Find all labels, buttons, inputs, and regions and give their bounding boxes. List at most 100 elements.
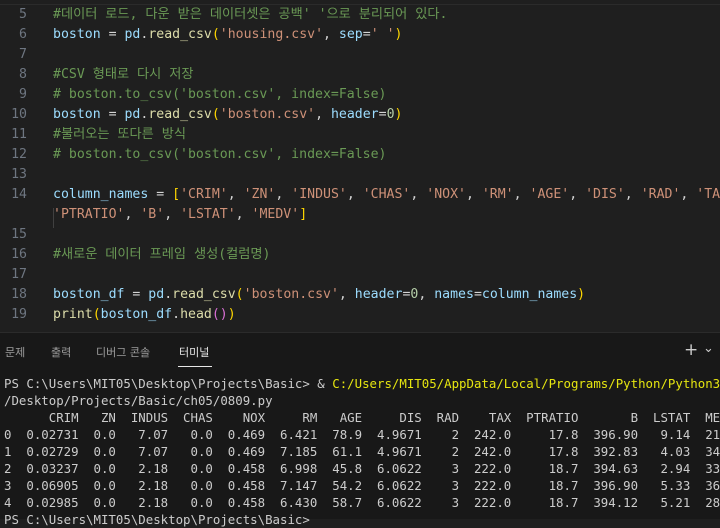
code-token: (	[211, 27, 220, 42]
code-token: 0	[386, 107, 395, 122]
code-token: column_names	[53, 187, 149, 202]
code-token: ,	[513, 187, 530, 202]
terminal-next-prompt: PS C:\Users\MIT05\Desktop\Projects\Basic…	[4, 512, 318, 527]
code-token: (	[92, 307, 101, 322]
code-token: 'DIS'	[585, 187, 625, 202]
code-token: header	[330, 107, 379, 122]
code-text: print(boston_df.head())	[53, 305, 236, 325]
code-token: ,	[323, 27, 339, 42]
code-token: boston_df	[53, 287, 125, 302]
code-text: boston_df = pd.read_csv('boston.csv', he…	[53, 285, 585, 305]
code-token: boston	[53, 107, 101, 122]
code-token: ,	[275, 187, 292, 202]
line-number: 14	[11, 187, 27, 202]
code-token: pd	[148, 287, 165, 302]
code-token: ()	[211, 307, 228, 322]
code-line: 15	[0, 225, 720, 245]
line-number: 6	[19, 27, 27, 42]
code-token: (	[211, 107, 220, 122]
panel-tab-bar: 문제 출력 디버그 콘솔 터미널 + ⌄	[0, 333, 720, 368]
code-token: [	[172, 187, 181, 202]
line-number: 12	[11, 147, 27, 162]
code-token: 'CHAS'	[362, 187, 411, 202]
code-token: (	[235, 287, 244, 302]
chevron-down-icon[interactable]: ⌄	[703, 339, 714, 359]
line-number: 11	[11, 127, 27, 142]
code-token: 'boston.csv'	[243, 287, 339, 302]
terminal-output[interactable]: PS C:\Users\MIT05\Desktop\Projects\Basic…	[4, 375, 720, 528]
line-number: 10	[11, 107, 27, 122]
code-token: # boston.to_csv('boston.csv', index=Fals…	[53, 147, 387, 162]
dataframe-row: 1 0.02729 0.0 7.07 0.0 0.469 7.185 61.1 …	[4, 444, 720, 459]
code-token: 'MEDV'	[251, 207, 300, 222]
code-token: .	[164, 287, 173, 302]
code-line: 5 #데이터 로드, 다운 받은 데이터셋은 공백' '으로 분리되어 있다.	[0, 5, 720, 25]
code-token: pd	[124, 107, 141, 122]
code-token: )	[394, 27, 403, 42]
code-line: 19 print(boston_df.head())	[0, 305, 720, 325]
code-token: head	[180, 307, 212, 322]
code-text: #데이터 로드, 다운 받은 데이터셋은 공백' '으로 분리되어 있다.	[53, 5, 447, 25]
code-text: boston = pd.read_csv('boston.csv', heade…	[53, 105, 402, 125]
code-text: column_names = ['CRIM', 'ZN', 'INDUS', '…	[53, 185, 720, 205]
code-token: 'ZN'	[243, 187, 276, 202]
code-token: ,	[124, 207, 141, 222]
code-line: 16 #새로운 데이터 프레임 생성(컬럼명)	[0, 245, 720, 265]
code-token: read_csv	[148, 107, 212, 122]
code-token: print	[53, 307, 93, 322]
code-token: #새로운 데이터 프레임 생성(컬럼명)	[53, 247, 271, 262]
code-token: 'CRIM'	[180, 187, 228, 202]
code-token: 'INDUS'	[291, 187, 347, 202]
code-token: ,	[227, 187, 244, 202]
active-tab-indicator	[178, 366, 212, 367]
terminal-command: C:/Users/MIT05/AppData/Local/Programs/Py…	[332, 376, 720, 391]
code-token: sep	[338, 27, 363, 42]
code-token: 'housing.csv'	[219, 27, 324, 42]
bottom-panel: 문제 출력 디버그 콘솔 터미널 + ⌄ PS C:\Users\MIT05\D…	[0, 332, 720, 527]
code-token: #불러오는 또다른 방식	[53, 127, 187, 142]
dataframe-output: CRIM ZN INDUS CHAS NOX RM AGE DIS RAD TA…	[4, 409, 720, 511]
tab-problems[interactable]: 문제	[5, 344, 25, 360]
dataframe-row: 3 0.06905 0.0 2.18 0.0 0.458 7.147 54.2 …	[4, 478, 720, 493]
line-number: 5	[19, 7, 27, 22]
code-text: # boston.to_csv('boston.csv', index=Fals…	[53, 145, 386, 165]
code-token: )	[394, 107, 403, 122]
code-editor[interactable]: 5 #데이터 로드, 다운 받은 데이터셋은 공백' '으로 분리되어 있다. 6 b…	[0, 0, 720, 332]
terminal-command-line: PS C:\Users\MIT05\Desktop\Projects\Basic…	[4, 375, 720, 392]
code-token: =	[100, 27, 125, 42]
dataframe-row: 4 0.02985 0.0 2.18 0.0 0.458 6.430 58.7 …	[4, 495, 720, 510]
code-token: .	[172, 307, 181, 322]
code-text: #새로운 데이터 프레임 생성(컬럼명)	[53, 245, 271, 265]
line-number: 16	[11, 247, 27, 262]
code-line: 11 #불러오는 또다른 방식	[0, 125, 720, 145]
code-line: 'PTRATIO', 'B', 'LSTAT', 'MEDV']	[0, 205, 720, 225]
code-token: =	[124, 287, 149, 302]
code-token: 'PTRATIO'	[53, 207, 125, 222]
code-token: column_names	[481, 287, 578, 302]
code-token: =	[100, 107, 125, 122]
code-token: 'B'	[140, 207, 165, 222]
tab-debug-console[interactable]: 디버그 콘솔	[96, 344, 150, 360]
code-token: =	[473, 287, 482, 302]
code-token: boston	[53, 27, 101, 42]
tab-terminal[interactable]: 터미널	[179, 344, 209, 360]
code-line: 8 #CSV 형태로 다시 저장	[0, 65, 720, 85]
code-token: ,	[315, 107, 331, 122]
line-number: 17	[11, 267, 27, 282]
code-token: 'TAX'	[696, 187, 720, 202]
line-number: 18	[11, 287, 27, 302]
code-token: )	[227, 307, 236, 322]
code-token: ,	[680, 187, 697, 202]
code-token: ,	[338, 287, 355, 302]
code-line: 10 boston = pd.read_csv('boston.csv', hea…	[0, 105, 720, 125]
new-terminal-icon[interactable]: +	[684, 340, 698, 360]
code-token: =	[362, 27, 371, 42]
terminal-command-continuation: /Desktop/Projects/Basic/ch05/0809.py	[4, 393, 273, 408]
code-token: ,	[418, 287, 435, 302]
code-token: 'boston.csv'	[219, 107, 316, 122]
code-token: ,	[624, 187, 641, 202]
tab-output[interactable]: 출력	[51, 344, 71, 360]
code-token: ,	[346, 187, 363, 202]
line-number: 9	[19, 87, 27, 102]
code-token: ,	[235, 207, 252, 222]
